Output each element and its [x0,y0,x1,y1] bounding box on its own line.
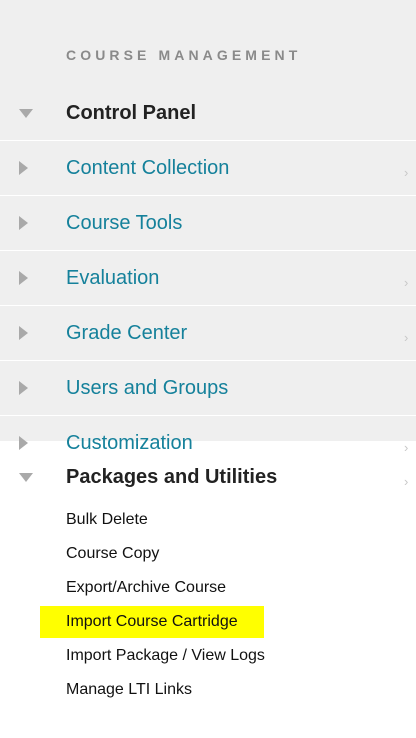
submenu-course-copy[interactable]: Course Copy [66,544,159,564]
control-panel-title: Control Panel [66,102,197,124]
submenu-manage-lti-links[interactable]: Manage LTI Links [66,680,192,700]
control-panel-header[interactable]: Control Panel [0,86,416,141]
submenu-bulk-delete[interactable]: Bulk Delete [66,510,148,530]
submenu-import-course-cartridge[interactable]: Import Course Cartridge [40,606,264,638]
menu-item-evaluation[interactable]: Evaluation › [0,251,416,306]
triangle-right-icon[interactable] [19,216,28,230]
triangle-right-icon[interactable] [19,161,28,175]
menu-item-label[interactable]: Course Tools [66,212,182,235]
menu-item-label[interactable]: Content Collection [66,157,229,180]
menu-item-content-collection[interactable]: Content Collection › [0,141,416,196]
triangle-down-icon[interactable] [19,473,33,482]
triangle-down-icon[interactable] [19,109,33,118]
chevron-right-icon: › [404,330,409,345]
chevron-right-icon: › [404,474,409,489]
menu-item-course-tools[interactable]: Course Tools [0,196,416,251]
packages-title: Packages and Utilities [66,466,278,488]
triangle-right-icon[interactable] [19,326,28,340]
menu-item-packages-and-utilities[interactable]: Packages and Utilities › [0,450,416,505]
chevron-right-icon: › [404,275,409,290]
menu-item-label[interactable]: Users and Groups [66,377,228,400]
menu-item-label[interactable]: Grade Center [66,322,187,345]
submenu-import-package-view-logs[interactable]: Import Package / View Logs [66,646,265,666]
chevron-right-icon: › [404,165,409,180]
course-management-panel: COURSE MANAGEMENT Control Panel Content … [0,0,416,738]
menu-item-users-and-groups[interactable]: Users and Groups [0,361,416,416]
section-title: COURSE MANAGEMENT [66,47,302,63]
triangle-right-icon[interactable] [19,271,28,285]
triangle-right-icon[interactable] [19,381,28,395]
triangle-right-icon[interactable] [19,436,28,450]
menu-item-grade-center[interactable]: Grade Center › [0,306,416,361]
submenu-export-archive-course[interactable]: Export/Archive Course [66,578,226,598]
menu-item-label[interactable]: Evaluation [66,267,159,290]
